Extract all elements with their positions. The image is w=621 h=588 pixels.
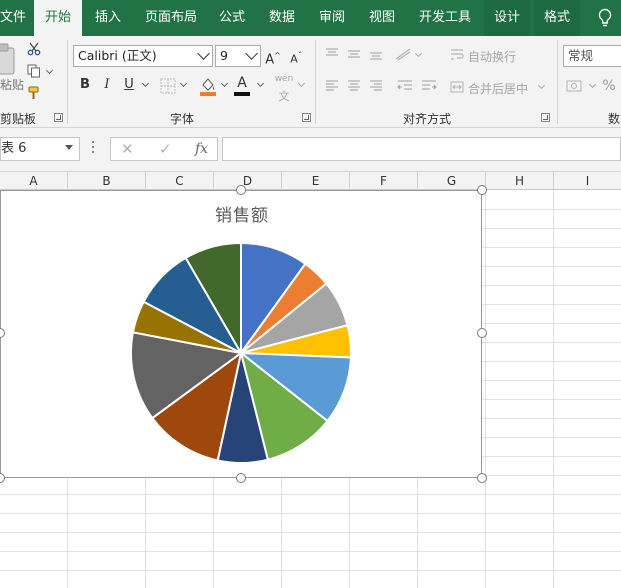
group-separator [315,40,316,124]
formula-input[interactable] [222,137,621,161]
number-format-value: 常规 [568,48,594,63]
tab-chart-format[interactable]: 格式 [534,0,580,36]
increase-font-size-button[interactable]: A^ [265,45,281,67]
tab-file[interactable]: 文件 [0,0,26,36]
name-box[interactable]: 表 6 [0,137,80,161]
ribbon-tab-bar: 文件 开始 插入 页面布局 公式 数据 审阅 视图 开发工具 设计 格式 [0,0,621,36]
cut-icon[interactable] [27,42,41,56]
tab-view[interactable]: 视图 [369,0,397,36]
font-name-value: Calibri (正文) [78,48,157,63]
underline-dropdown-chevron-icon[interactable] [141,79,150,88]
font-dialog-launcher-icon[interactable] [302,113,311,122]
wrap-text-button[interactable]: 自动换行 [468,48,516,65]
font-group-label: 字体 [170,112,195,126]
column-header-i[interactable]: I [554,172,621,190]
ribbon: 粘贴 剪贴板 Calibri (正文) 9 A^ Aˇ B I U A wén … [0,36,621,128]
pie-chart-plot[interactable] [1,191,483,479]
merge-center-button[interactable]: 合并后居中 [468,80,528,97]
fill-color-icon[interactable] [199,76,217,96]
formula-buttons: ✕ ✓ fx [110,137,218,161]
alignment-dialog-launcher-icon[interactable] [541,113,550,122]
tab-chart-design[interactable]: 设计 [484,0,530,36]
paste-icon[interactable] [0,42,18,78]
chevron-down-icon[interactable] [197,47,210,60]
lightbulb-icon[interactable] [597,8,613,28]
copy-dropdown-chevron-icon[interactable] [45,66,54,75]
font-size-combo[interactable]: 9 [215,45,261,67]
number-format-combo[interactable]: 常规 [563,45,621,67]
column-header-g[interactable]: G [418,172,486,190]
font-color-swatch [234,92,250,96]
phonetic-dropdown-chevron-icon[interactable] [297,79,306,88]
chevron-down-icon[interactable] [65,145,73,150]
tab-data[interactable]: 数据 [269,0,297,36]
chevron-down-icon[interactable] [245,47,258,60]
font-name-combo[interactable]: Calibri (正文) [73,45,213,67]
tab-developer[interactable]: 开发工具 [419,0,473,36]
accounting-dropdown-chevron-icon[interactable] [588,80,597,89]
formula-bar-resize-handle[interactable] [92,141,95,155]
clipboard-group-label: 剪贴板 [0,112,37,126]
copy-icon[interactable] [27,64,41,78]
tab-formulas[interactable]: 公式 [219,0,247,36]
enter-icon[interactable]: ✓ [159,138,172,160]
resize-handle-top-right[interactable] [477,185,487,195]
tab-review[interactable]: 审阅 [319,0,347,36]
phonetic-char: 文 [278,90,290,103]
decrease-font-glyph: A [290,52,298,66]
font-size-value: 9 [220,48,228,63]
number-group-label: 数 [608,112,621,126]
wrap-text-icon[interactable] [450,48,464,62]
column-header-a[interactable]: A [0,172,68,190]
merge-dropdown-chevron-icon[interactable] [537,81,546,90]
fill-color-dropdown-chevron-icon[interactable] [220,79,229,88]
tab-home[interactable]: 开始 [34,0,82,36]
tab-insert[interactable]: 插入 [95,0,125,36]
resize-handle-top[interactable] [236,185,246,195]
insert-function-icon[interactable]: fx [195,138,208,160]
percent-style-button[interactable]: % [600,75,618,97]
increase-font-glyph: A [265,52,275,68]
formula-bar: 表 6 ✕ ✓ fx [0,128,621,172]
format-painter-icon[interactable] [27,86,41,100]
borders-icon[interactable] [160,78,176,94]
resize-handle-bottom-right[interactable] [477,473,487,483]
decrease-font-size-button[interactable]: Aˇ [288,45,304,67]
borders-dropdown-chevron-icon[interactable] [179,79,188,88]
column-header-f[interactable]: F [350,172,418,190]
column-header-b[interactable]: B [68,172,146,190]
accounting-format-icon[interactable] [566,78,586,94]
bold-button[interactable]: B [76,74,94,96]
italic-button[interactable]: I [98,74,116,96]
column-header-h[interactable]: H [486,172,554,190]
tab-page-layout[interactable]: 页面布局 [145,0,197,36]
clipboard-dialog-launcher-icon[interactable] [54,113,63,122]
phonetic-glyph: wén [274,74,294,84]
underline-button[interactable]: U [120,74,138,96]
column-header-e[interactable]: E [282,172,350,190]
group-separator [67,40,68,124]
group-separator [557,40,558,124]
pie-chart-object[interactable]: 销售额 [0,190,482,478]
vertical-align-icons[interactable] [324,46,444,62]
font-color-button[interactable]: A [234,72,250,94]
column-headers: A B C D E F G H I [0,172,621,190]
paste-label[interactable]: 粘贴 [0,76,24,93]
resize-handle-right[interactable] [477,328,487,338]
name-box-value: 表 6 [1,141,27,156]
alignment-group-label: 对齐方式 [403,112,452,126]
horizontal-align-icons[interactable] [324,78,444,94]
resize-handle-bottom[interactable] [236,473,246,483]
font-color-dropdown-chevron-icon[interactable] [256,79,265,88]
column-header-c[interactable]: C [146,172,214,190]
cancel-icon[interactable]: ✕ [121,138,134,160]
merge-center-icon[interactable] [450,80,464,94]
column-header-d[interactable]: D [214,172,282,190]
